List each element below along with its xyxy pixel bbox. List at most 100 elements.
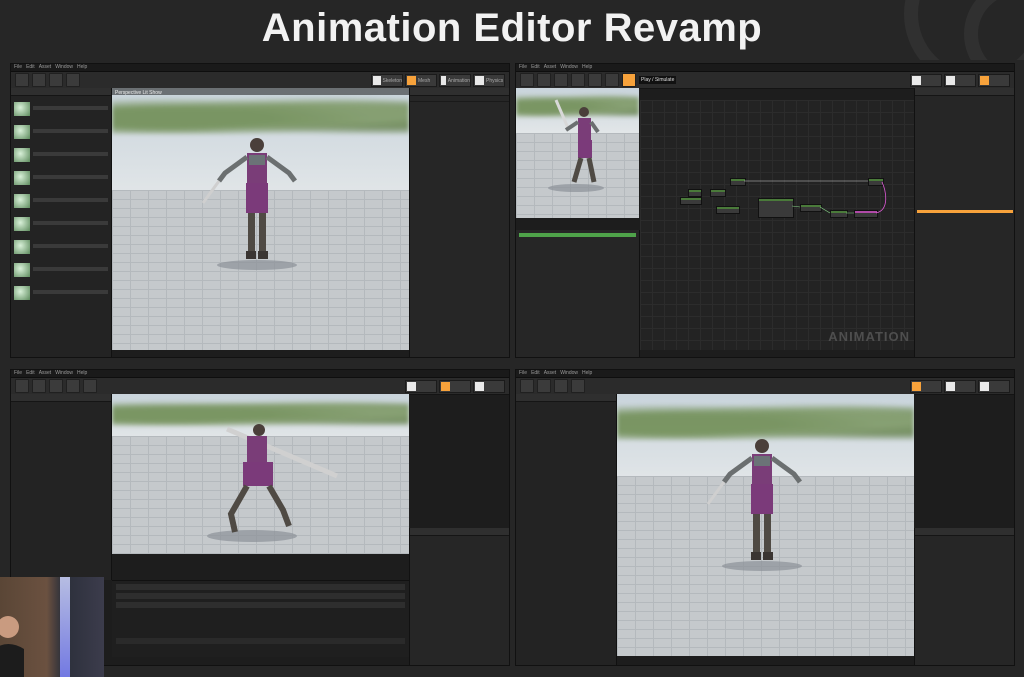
mode-animation[interactable] — [978, 380, 1010, 393]
menu-window[interactable]: Window — [55, 64, 73, 71]
viewport[interactable] — [516, 88, 639, 218]
mode-animation[interactable] — [473, 380, 505, 393]
menu-window[interactable]: Window — [55, 370, 73, 377]
menu-asset[interactable]: Asset — [39, 64, 52, 71]
materials-header — [11, 88, 111, 96]
save-button[interactable] — [520, 379, 534, 393]
menu-asset[interactable]: Asset — [39, 370, 52, 377]
anim-graph-editor[interactable]: ANIMATION — [640, 100, 914, 350]
material-slot[interactable] — [14, 102, 108, 116]
mode-mesh[interactable]: Mesh — [405, 74, 437, 87]
toolbar: Play / Simulate — [516, 72, 1014, 89]
compile-button[interactable] — [520, 73, 534, 87]
play-button[interactable] — [622, 73, 636, 87]
presenter — [0, 616, 24, 677]
bone-item[interactable] — [11, 435, 111, 441]
asset-browser-header — [410, 528, 509, 536]
mode-switcher — [910, 380, 1010, 393]
mode-skeleton[interactable] — [910, 74, 942, 87]
apply-compression-button[interactable] — [66, 379, 80, 393]
export-button[interactable] — [83, 379, 97, 393]
slide-title: Animation Editor Revamp — [261, 6, 763, 50]
class-settings-button[interactable] — [588, 73, 602, 87]
editor-window-skeleton-curves: File Edit Asset Window Help — [515, 369, 1015, 666]
mode-skeleton[interactable]: Skeleton — [371, 74, 403, 87]
menu-help[interactable]: Help — [582, 370, 592, 377]
editor-window-skeleton: File Edit Asset Window Help Skeleton Mes… — [10, 63, 510, 358]
menu-asset[interactable]: Asset — [544, 64, 557, 71]
menu-edit[interactable]: Edit — [531, 64, 540, 71]
menu-window[interactable]: Window — [560, 64, 578, 71]
details-panel — [409, 88, 509, 357]
material-slot[interactable] — [14, 240, 108, 254]
browse-button[interactable] — [554, 73, 568, 87]
browse-button[interactable] — [537, 379, 551, 393]
save-button[interactable] — [15, 379, 29, 393]
character-model — [207, 424, 338, 542]
menu-file[interactable]: File — [14, 370, 22, 377]
material-slot[interactable] — [14, 125, 108, 139]
selected-row[interactable] — [917, 210, 1013, 213]
mode-skeleton[interactable] — [405, 380, 437, 393]
bone-item[interactable] — [516, 423, 616, 429]
menu-file[interactable]: File — [519, 64, 527, 71]
menu-asset[interactable]: Asset — [544, 370, 557, 377]
viewport[interactable]: Perspective Lit Show — [112, 88, 409, 350]
materials-panel — [11, 88, 112, 357]
material-slot[interactable] — [14, 148, 108, 162]
preview-mesh-button[interactable] — [49, 73, 63, 87]
additive-track[interactable] — [116, 602, 405, 608]
reimport-button[interactable] — [66, 73, 80, 87]
viewport[interactable] — [617, 394, 914, 656]
find-button[interactable] — [571, 73, 585, 87]
variable-item[interactable] — [516, 276, 639, 282]
browse-button[interactable] — [32, 73, 46, 87]
save-button[interactable] — [15, 73, 29, 87]
curve-track[interactable] — [116, 593, 405, 599]
presenter-webcam — [0, 577, 104, 677]
browse-button[interactable] — [32, 379, 46, 393]
mode-physics[interactable]: Physics — [473, 74, 505, 87]
notify-track[interactable] — [116, 584, 405, 590]
mode-mesh[interactable] — [944, 74, 976, 87]
skeleton-tree-header — [11, 394, 111, 402]
material-slot[interactable] — [14, 286, 108, 300]
mode-mesh[interactable] — [439, 380, 471, 393]
mode-switcher: Skeleton Mesh Animation Physics — [371, 74, 505, 87]
viewport[interactable] — [112, 394, 409, 554]
character-model — [201, 138, 297, 270]
preview-mesh-button[interactable] — [554, 379, 568, 393]
material-slot[interactable] — [14, 217, 108, 231]
mode-animation[interactable] — [978, 74, 1010, 87]
anim-notifies-panel — [112, 580, 409, 657]
anim-curves-header — [915, 528, 1014, 536]
material-slot[interactable] — [14, 194, 108, 208]
class-defaults-button[interactable] — [605, 73, 619, 87]
menu-file[interactable]: File — [519, 370, 527, 377]
mode-skeleton[interactable] — [910, 380, 942, 393]
search-bar-highlight[interactable] — [519, 233, 636, 237]
curve-row[interactable] — [915, 560, 1014, 566]
material-slot[interactable] — [14, 171, 108, 185]
details-header — [410, 88, 509, 96]
make-static-mesh-button[interactable] — [571, 379, 585, 393]
menu-help[interactable]: Help — [77, 64, 87, 71]
menu-edit[interactable]: Edit — [26, 370, 35, 377]
bone-list — [516, 402, 616, 429]
play-tooltip: Play / Simulate — [639, 76, 677, 84]
save-button[interactable] — [537, 73, 551, 87]
mode-mesh[interactable] — [944, 380, 976, 393]
toolbar — [516, 378, 1014, 395]
menu-edit[interactable]: Edit — [531, 370, 540, 377]
asset-item[interactable] — [410, 560, 509, 566]
menu-edit[interactable]: Edit — [26, 64, 35, 71]
menu-file[interactable]: File — [14, 64, 22, 71]
editor-window-animation-blueprint: File Edit Asset Window Help Play / Simul… — [515, 63, 1015, 358]
transport-bar[interactable] — [116, 638, 405, 644]
menu-window[interactable]: Window — [560, 370, 578, 377]
record-button[interactable] — [49, 379, 63, 393]
menu-help[interactable]: Help — [77, 370, 87, 377]
material-slot[interactable] — [14, 263, 108, 277]
mode-animation[interactable]: Animation — [439, 74, 471, 87]
menu-help[interactable]: Help — [582, 64, 592, 71]
